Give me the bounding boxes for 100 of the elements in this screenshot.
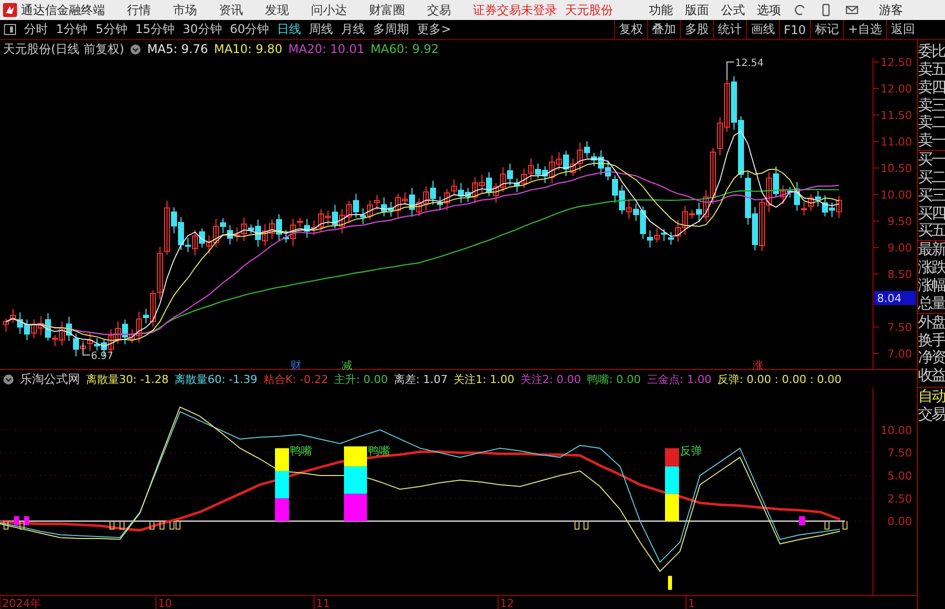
user-label[interactable]: 游客 [879, 2, 903, 18]
refresh-icon[interactable] [793, 3, 807, 17]
leader-line [82, 342, 90, 356]
quote-label: 卖一 [918, 132, 945, 150]
quote-label: 涨跌 [918, 259, 945, 277]
quote-label: 买三 [918, 186, 945, 205]
menu-item[interactable]: 交易 [427, 2, 451, 18]
toolbar-button[interactable]: +自选 [842, 20, 886, 39]
period-tab[interactable]: 1分钟 [52, 21, 92, 38]
quote-label: 总量 [918, 294, 945, 313]
menu-item[interactable]: 行情 [127, 2, 151, 18]
period-tab[interactable]: 60分钟 [226, 21, 274, 38]
quote-label: 最新 [918, 240, 945, 260]
menu-item[interactable]: 发现 [265, 2, 289, 18]
period-tab[interactable]: 多周期 [369, 21, 414, 38]
price-tick: 10.50 [880, 162, 912, 175]
indicator-value: 离差: 1.07 [394, 372, 448, 386]
chevron-circle-icon[interactable] [3, 374, 14, 384]
ma-legend: MA10: 9.80 [214, 42, 282, 56]
price-tick: 9.00 [888, 242, 912, 254]
panel-toggle-icon[interactable] [4, 24, 16, 35]
trade-button[interactable]: 自动 [918, 387, 945, 406]
menu-item[interactable]: 资讯 [219, 2, 243, 18]
indicator-tick: 7.50 [888, 446, 912, 460]
price-tick: 11.50 [880, 109, 912, 122]
quote-label: 卖三 [918, 96, 945, 114]
menu-item[interactable]: 财富圈 [369, 2, 405, 18]
toolbar-button[interactable]: F10 [778, 20, 810, 39]
menu-item[interactable]: 版面 [685, 2, 709, 18]
signal-label: 反弹 [680, 444, 702, 458]
menu-item[interactable]: 功能 [649, 2, 673, 18]
menu-item[interactable]: 公式 [721, 2, 745, 18]
toolbar-button[interactable]: 统计 [712, 20, 746, 39]
high-price-label: 12.54 [735, 58, 764, 69]
period-tab[interactable]: 更多> [413, 21, 456, 38]
indicator-value: 离散量60: -1.39 [174, 372, 258, 386]
toolbar-button[interactable]: 叠加 [646, 20, 680, 39]
price-tick: 11.00 [880, 136, 912, 148]
date-tick: 10 [158, 597, 172, 609]
indicator-name: 乐淘公式网 [20, 370, 80, 388]
period-tab[interactable]: 5分钟 [92, 21, 132, 38]
ma-legend: MA20: 10.01 [288, 42, 364, 56]
quote-label: 卖四 [918, 78, 945, 97]
trade-button[interactable]: 交易 [918, 406, 945, 424]
indicator-tick: 10.00 [880, 424, 912, 437]
indicator-value: 三金点: 1.00 [646, 372, 712, 386]
price-tick: 8.50 [888, 268, 912, 281]
menu-item[interactable]: 问小达 [311, 2, 347, 18]
period-tab[interactable]: 周线 [305, 21, 338, 38]
leader-line [726, 62, 734, 80]
period-tab[interactable]: 15分钟 [131, 21, 179, 38]
indicator-value: 主升: 0.00 [334, 372, 388, 386]
toolbar-button[interactable]: 标记 [810, 20, 843, 39]
quote-label: 外盘 [918, 312, 945, 332]
toolbar-button[interactable]: 多股 [680, 20, 713, 39]
toolbar-button[interactable]: 画线 [746, 20, 779, 39]
date-tick: 2024年 [2, 597, 41, 609]
app-title: 通达信金融终端 [21, 2, 105, 18]
date-tick: 11 [316, 597, 330, 609]
quote-label: 收益 [918, 367, 945, 386]
quote-label: 净资 [918, 349, 945, 368]
quote-label: 卖二 [918, 114, 945, 132]
menu-item[interactable]: 市场 [173, 2, 197, 18]
period-tab[interactable]: 30分钟 [178, 21, 226, 38]
indicator-value: 离散量30: -1.28 [86, 372, 169, 386]
quote-label: 涨幅 [918, 276, 945, 295]
current-price-tag: 8.04 [874, 291, 916, 305]
signal-label: 鸭嘴 [290, 444, 312, 458]
date-tick: 1 [688, 597, 695, 609]
indicator-tick: 5.00 [888, 470, 912, 483]
toolbar-button[interactable]: 复权 [614, 20, 647, 39]
mail-icon[interactable] [845, 3, 859, 17]
indicator-value: 关注2: 0.00 [520, 372, 582, 386]
app-logo-icon [3, 3, 17, 17]
quote-label: 委比 [918, 43, 945, 61]
indicator-value: 反弹: 0.00 : 0.00 : 0.00 [717, 372, 842, 386]
low-price-label: 6.97 [91, 351, 114, 362]
quote-label: 买二 [918, 168, 945, 187]
price-tick: 12.00 [880, 82, 912, 96]
price-tick: 7.50 [888, 321, 912, 334]
ma-legend: MA5: 9.76 [147, 42, 208, 56]
price-tick: 9.50 [888, 215, 912, 228]
status-text: 证券交易未登录 [473, 2, 557, 18]
period-tab[interactable]: 分时 [20, 21, 52, 38]
menu-item[interactable]: 选项 [757, 2, 781, 18]
indicator-value: 关注1: 1.00 [454, 372, 514, 386]
indicator-tick: 2.50 [888, 492, 912, 506]
period-tab[interactable]: 月线 [337, 21, 370, 38]
period-tab[interactable]: 日线 [273, 21, 306, 38]
date-tick: 12 [500, 597, 514, 609]
ma-legend: MA60: 9.92 [370, 42, 439, 56]
quote-label: 买五 [918, 222, 945, 240]
chevron-circle-icon[interactable] [130, 44, 142, 54]
price-tick: 10.00 [880, 188, 912, 202]
quote-label: 买四 [918, 204, 945, 222]
signal-label: 鸭嘴 [368, 444, 390, 458]
toolbar-button[interactable]: 返回 [886, 20, 919, 39]
chart-title: 天元股份(日线 前复权) [3, 40, 124, 58]
price-tick: 12.50 [880, 58, 912, 69]
indicator-value: 粘合K: -0.22 [263, 372, 328, 386]
